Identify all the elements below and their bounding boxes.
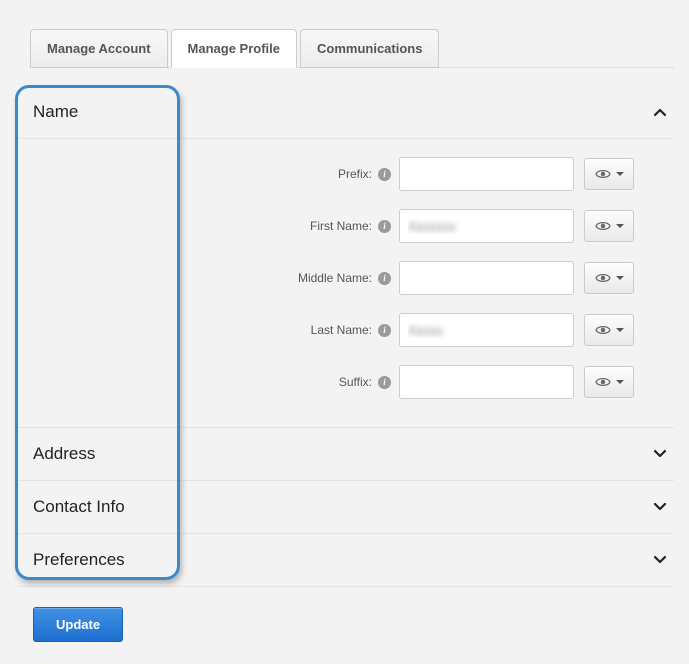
info-icon[interactable]: i <box>378 272 391 285</box>
tab-bar: Manage Account Manage Profile Communicat… <box>30 28 674 68</box>
info-icon[interactable]: i <box>378 324 391 337</box>
chevron-down-icon <box>651 499 669 515</box>
section-name: Name Prefix: i <box>15 86 674 428</box>
section-title: Address <box>33 444 95 464</box>
prefix-input[interactable] <box>399 157 574 191</box>
visibility-dropdown-middle-name[interactable] <box>584 262 634 294</box>
section-title: Name <box>33 102 78 122</box>
eye-icon <box>595 168 611 180</box>
section-contact-info: Contact Info <box>15 481 674 534</box>
caret-down-icon <box>616 276 624 280</box>
chevron-up-icon <box>651 104 669 120</box>
section-title: Preferences <box>33 550 125 570</box>
caret-down-icon <box>616 380 624 384</box>
field-label-middle-name: Middle Name: <box>298 271 372 285</box>
last-name-input[interactable] <box>399 313 574 347</box>
eye-icon <box>595 324 611 336</box>
visibility-dropdown-first-name[interactable] <box>584 210 634 242</box>
middle-name-input[interactable] <box>399 261 574 295</box>
info-icon[interactable]: i <box>378 376 391 389</box>
section-header-preferences[interactable]: Preferences <box>15 534 674 586</box>
caret-down-icon <box>616 328 624 332</box>
eye-icon <box>595 376 611 388</box>
section-preferences: Preferences <box>15 534 674 587</box>
tab-label: Manage Profile <box>188 41 280 56</box>
tab-label: Manage Account <box>47 41 151 56</box>
field-label-first-name: First Name: <box>310 219 372 233</box>
visibility-dropdown-suffix[interactable] <box>584 366 634 398</box>
tab-communications[interactable]: Communications <box>300 29 439 68</box>
field-label-suffix: Suffix: <box>339 375 372 389</box>
tab-manage-profile[interactable]: Manage Profile <box>171 29 297 68</box>
tab-label: Communications <box>317 41 422 56</box>
section-header-name[interactable]: Name <box>15 86 674 138</box>
tab-manage-account[interactable]: Manage Account <box>30 29 168 68</box>
field-label-last-name: Last Name: <box>311 323 372 337</box>
info-icon[interactable]: i <box>378 168 391 181</box>
visibility-dropdown-last-name[interactable] <box>584 314 634 346</box>
field-label-prefix: Prefix: <box>338 167 372 181</box>
eye-icon <box>595 272 611 284</box>
chevron-down-icon <box>651 446 669 462</box>
first-name-input[interactable] <box>399 209 574 243</box>
suffix-input[interactable] <box>399 365 574 399</box>
section-title: Contact Info <box>33 497 125 517</box>
caret-down-icon <box>616 172 624 176</box>
eye-icon <box>595 220 611 232</box>
caret-down-icon <box>616 224 624 228</box>
update-button[interactable]: Update <box>33 607 123 642</box>
visibility-dropdown-prefix[interactable] <box>584 158 634 190</box>
chevron-down-icon <box>651 552 669 568</box>
section-address: Address <box>15 428 674 481</box>
info-icon[interactable]: i <box>378 220 391 233</box>
section-header-address[interactable]: Address <box>15 428 674 480</box>
button-label: Update <box>56 617 100 632</box>
section-header-contact-info[interactable]: Contact Info <box>15 481 674 533</box>
